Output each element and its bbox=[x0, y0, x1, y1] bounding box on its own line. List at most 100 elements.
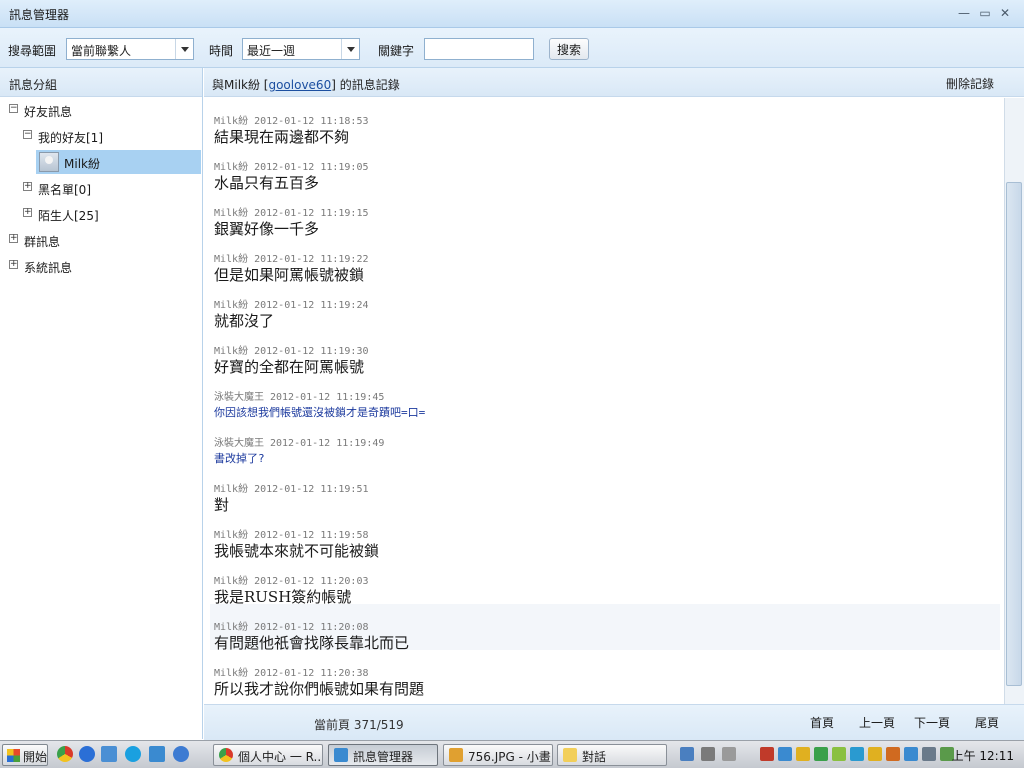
tree-item-group-messages[interactable]: + 群訊息 bbox=[0, 228, 203, 252]
tree-label: 陌生人[25] bbox=[38, 209, 99, 223]
taskbar: 開始 個人中心 一 R... 訊息管理器 756.JPG - 小畫... 對話 … bbox=[0, 740, 1024, 768]
message-item: Milk紛 2012-01-12 11:19:05 水晶只有五百多 bbox=[210, 144, 1000, 192]
collapse-icon[interactable]: − bbox=[9, 104, 18, 113]
history-caption: 與Milk紛 [goolove60] 的訊息記錄 bbox=[212, 76, 400, 93]
last-page-link[interactable]: 尾頁 bbox=[975, 714, 999, 731]
scope-value: 當前聯繫人 bbox=[71, 44, 132, 58]
caption-suffix: ] 的訊息記錄 bbox=[331, 78, 400, 92]
message-list[interactable]: Milk紛 2012-01-12 11:18:53 結果現在兩邊都不夠 Milk紛 20… bbox=[204, 98, 1004, 704]
tray-icon[interactable] bbox=[922, 747, 936, 761]
messenger-icon[interactable] bbox=[149, 746, 165, 762]
tray-icon[interactable] bbox=[832, 747, 846, 761]
internet-explorer-icon[interactable] bbox=[173, 746, 189, 762]
tray-icon[interactable] bbox=[868, 747, 882, 761]
scope-select[interactable]: 當前聯繫人 bbox=[66, 38, 194, 60]
title-bar: 訊息管理器 — ▭ ✕ bbox=[0, 0, 1024, 28]
minimize-button[interactable]: — bbox=[955, 5, 973, 22]
clock: 上午 12:11 bbox=[951, 749, 1014, 763]
tray-icon[interactable] bbox=[904, 747, 918, 761]
tree-label: 系統訊息 bbox=[24, 261, 73, 275]
task-label: 個人中心 一 R... bbox=[238, 750, 323, 764]
expand-icon[interactable]: + bbox=[9, 234, 18, 243]
sidebar-header: 訊息分組 bbox=[0, 68, 202, 97]
search-button[interactable]: 搜索 bbox=[549, 38, 589, 60]
message-meta: Milk紛 2012-01-12 11:19:51 bbox=[214, 480, 368, 495]
scrollbar-thumb[interactable] bbox=[1006, 182, 1022, 686]
task-message-manager[interactable]: 訊息管理器 bbox=[328, 744, 438, 766]
time-select[interactable]: 最近一週 bbox=[242, 38, 360, 60]
tree-item-my-friends[interactable]: − 我的好友[1] bbox=[0, 124, 203, 148]
message-item: Milk紛 2012-01-12 11:18:53 結果現在兩邊都不夠 bbox=[210, 98, 1000, 146]
tray-icon[interactable] bbox=[701, 747, 715, 761]
message-item: Milk紛 2012-01-12 11:20:03 我是RUSH簽約帳號 bbox=[210, 558, 1000, 606]
tree-label: 黑名單[0] bbox=[38, 183, 91, 197]
history-header: 與Milk紛 [goolove60] 的訊息記錄 刪除記錄 bbox=[204, 68, 1024, 97]
time-label: 時間 bbox=[209, 44, 234, 58]
task-paint[interactable]: 756.JPG - 小畫... bbox=[443, 744, 553, 766]
message-meta: Milk紛 2012-01-12 11:19:30 bbox=[214, 342, 368, 357]
group-sidebar: 訊息分組 − 好友訊息 − 我的好友[1] Milk紛 + 黑名單[0] + 陌… bbox=[0, 68, 203, 739]
input-method-icon[interactable] bbox=[680, 747, 694, 761]
collapse-icon[interactable]: − bbox=[23, 130, 32, 139]
paint-icon bbox=[449, 748, 463, 762]
message-text: 所以我才說你們帳號如果有問題 bbox=[214, 680, 425, 698]
task-chrome[interactable]: 個人中心 一 R... bbox=[213, 744, 323, 766]
tree-item-system-messages[interactable]: + 系統訊息 bbox=[0, 254, 203, 278]
message-item: Milk紛 2012-01-12 11:19:22 但是如果阿罵帳號被鎖 bbox=[210, 236, 1000, 284]
tree-item-friend-messages[interactable]: − 好友訊息 bbox=[0, 98, 203, 122]
task-label: 訊息管理器 bbox=[353, 750, 414, 764]
message-time: 2012-01-12 11:19:49 bbox=[270, 438, 385, 449]
maximize-button[interactable]: ▭ bbox=[976, 5, 994, 22]
message-meta: 泳裝大魔王 2012-01-12 11:19:49 bbox=[214, 434, 384, 449]
delete-records-button[interactable]: 刪除記錄 bbox=[946, 75, 994, 92]
message-sender: 泳裝大魔王 bbox=[214, 392, 264, 403]
tree-item-contact-milk[interactable]: Milk紛 bbox=[36, 150, 201, 174]
keyword-input[interactable] bbox=[424, 38, 534, 60]
tray-icon[interactable] bbox=[814, 747, 828, 761]
next-page-link[interactable]: 下一頁 bbox=[914, 714, 950, 731]
avatar-icon bbox=[39, 152, 59, 172]
message-item: Milk紛 2012-01-12 11:20:38 所以我才說你們帳號如果有問題 bbox=[210, 650, 1000, 698]
expand-icon[interactable]: + bbox=[23, 208, 32, 217]
chrome-icon[interactable] bbox=[57, 746, 73, 762]
tree-item-strangers[interactable]: + 陌生人[25] bbox=[0, 202, 203, 226]
skype-icon[interactable] bbox=[125, 746, 141, 762]
start-button[interactable]: 開始 bbox=[2, 744, 48, 766]
task-dialog-folder[interactable]: 對話 bbox=[557, 744, 667, 766]
task-label: 對話 bbox=[582, 750, 607, 764]
message-item: Milk紛 2012-01-12 11:19:51 對 bbox=[210, 466, 1000, 514]
media-player-icon[interactable] bbox=[79, 746, 95, 762]
tree-item-blacklist[interactable]: + 黑名單[0] bbox=[0, 176, 203, 200]
message-item: 泳裝大魔王 2012-01-12 11:19:45 你因該想我們帳號還沒被鎖才是奇蹟… bbox=[210, 374, 1000, 420]
window-title: 訊息管理器 bbox=[9, 8, 70, 22]
message-text: 你因該想我們帳號還沒被鎖才是奇蹟吧=口= bbox=[214, 406, 426, 419]
keyword-label: 關鍵字 bbox=[378, 44, 415, 58]
message-sender: 泳裝大魔王 bbox=[214, 438, 264, 449]
task-label: 756.JPG - 小畫... bbox=[468, 750, 553, 764]
tray-icon[interactable] bbox=[778, 747, 792, 761]
tray-icon[interactable] bbox=[760, 747, 774, 761]
prev-page-link[interactable]: 上一頁 bbox=[859, 714, 895, 731]
folder-icon bbox=[563, 748, 577, 762]
chevron-down-icon[interactable] bbox=[175, 39, 193, 59]
message-meta: Milk紛 2012-01-12 11:20:08 bbox=[214, 618, 368, 633]
tray-icon[interactable] bbox=[886, 747, 900, 761]
qq-icon[interactable] bbox=[796, 747, 810, 761]
message-item: Milk紛 2012-01-12 11:20:08 有問題他祇會找隊長靠北而已 bbox=[210, 604, 1000, 652]
tree-label: Milk紛 bbox=[64, 157, 100, 171]
message-item: 泳裝大魔王 2012-01-12 11:19:49 書改掉了? bbox=[210, 420, 1000, 466]
message-time: 2012-01-12 11:19:45 bbox=[270, 392, 385, 403]
tray-icon[interactable] bbox=[722, 747, 736, 761]
explorer-icon[interactable] bbox=[101, 746, 117, 762]
expand-icon[interactable]: + bbox=[23, 182, 32, 191]
message-item: Milk紛 2012-01-12 11:19:58 我帳號本來就不可能被鎖 bbox=[210, 512, 1000, 560]
message-meta: Milk紛 2012-01-12 11:19:58 bbox=[214, 526, 368, 541]
contact-id-link[interactable]: goolove60 bbox=[268, 78, 331, 92]
close-button[interactable]: ✕ bbox=[996, 5, 1014, 22]
chevron-down-icon[interactable] bbox=[341, 39, 359, 59]
message-meta: Milk紛 2012-01-12 11:19:15 bbox=[214, 204, 368, 219]
first-page-link[interactable]: 首頁 bbox=[810, 714, 834, 731]
tree-label: 我的好友[1] bbox=[38, 131, 103, 145]
tray-icon[interactable] bbox=[850, 747, 864, 761]
expand-icon[interactable]: + bbox=[9, 260, 18, 269]
